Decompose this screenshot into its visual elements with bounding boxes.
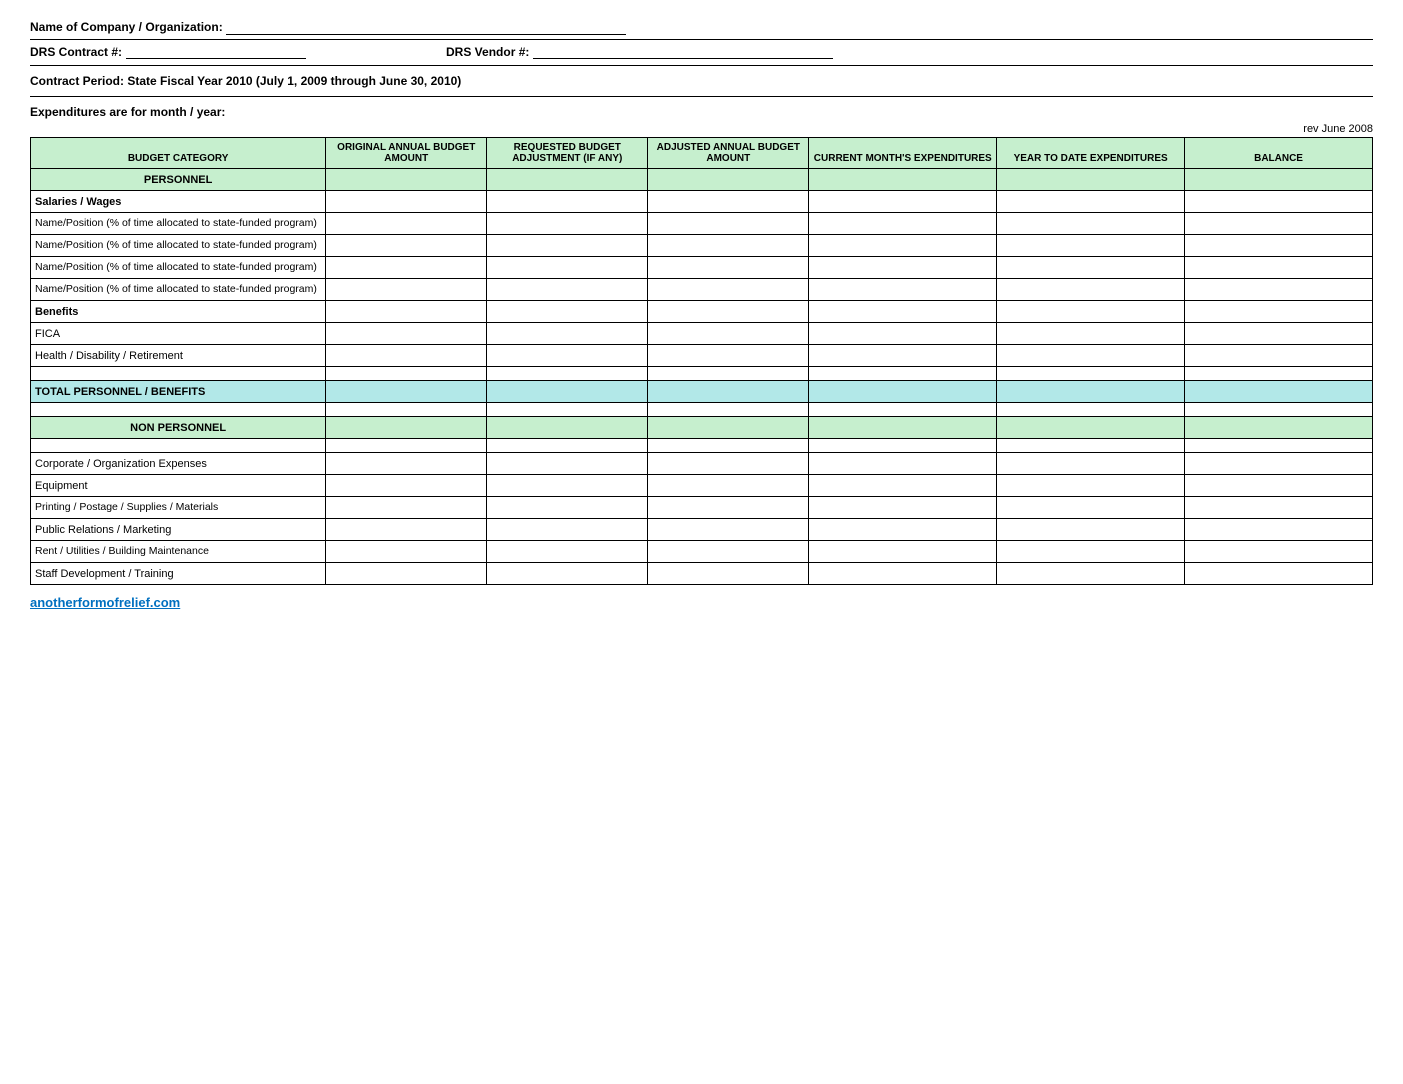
public-relations-cell: Public Relations / Marketing xyxy=(31,519,326,541)
col-header-original: ORIGINAL ANNUAL BUDGET AMOUNT xyxy=(326,138,487,169)
rent-utilities-cell: Rent / Utilities / Building Maintenance xyxy=(31,541,326,563)
company-label: Name of Company / Organization: xyxy=(30,20,223,34)
name-position-2-row: Name/Position (% of time allocated to st… xyxy=(31,235,1373,257)
personnel-header-row: PERSONNEL xyxy=(31,169,1373,191)
col-header-balance: BALANCE xyxy=(1185,138,1373,169)
rent-utilities-row: Rent / Utilities / Building Maintenance xyxy=(31,541,1373,563)
non-personnel-header-cell: NON PERSONNEL xyxy=(31,417,326,439)
rev-note: rev June 2008 xyxy=(30,123,1373,135)
col-header-budget-category: BUDGET CATEGORY xyxy=(31,138,326,169)
fica-cell: FICA xyxy=(31,323,326,345)
personnel-header-cell: PERSONNEL xyxy=(31,169,326,191)
printing-postage-row: Printing / Postage / Supplies / Material… xyxy=(31,497,1373,519)
printing-postage-cell: Printing / Postage / Supplies / Material… xyxy=(31,497,326,519)
empty-row-1 xyxy=(31,367,1373,381)
staff-development-cell: Staff Development / Training xyxy=(31,563,326,585)
empty-row-3 xyxy=(31,439,1373,453)
budget-table: BUDGET CATEGORY ORIGINAL ANNUAL BUDGET A… xyxy=(30,137,1373,585)
non-personnel-header-row: NON PERSONNEL xyxy=(31,417,1373,439)
health-disability-row: Health / Disability / Retirement xyxy=(31,345,1373,367)
name-position-2-cell: Name/Position (% of time allocated to st… xyxy=(31,235,326,257)
corporate-org-row: Corporate / Organization Expenses xyxy=(31,453,1373,475)
footer-link[interactable]: anotherformofrelief.com xyxy=(30,595,1373,610)
col-header-current: CURRENT MONTH'S EXPENDITURES xyxy=(809,138,997,169)
name-position-1-row: Name/Position (% of time allocated to st… xyxy=(31,213,1373,235)
col-header-requested: REQUESTED BUDGET ADJUSTMENT (if any) xyxy=(487,138,648,169)
expenditures-label: Expenditures are for month / year: xyxy=(30,105,1373,119)
name-position-3-cell: Name/Position (% of time allocated to st… xyxy=(31,257,326,279)
salaries-wages-row: Salaries / Wages xyxy=(31,191,1373,213)
total-personnel-cell: TOTAL PERSONNEL / BENEFITS xyxy=(31,381,326,403)
col-header-ytd: YEAR TO DATE EXPENDITURES xyxy=(997,138,1185,169)
empty-row-2 xyxy=(31,403,1373,417)
salaries-wages-cell: Salaries / Wages xyxy=(31,191,326,213)
staff-development-row: Staff Development / Training xyxy=(31,563,1373,585)
health-disability-cell: Health / Disability / Retirement xyxy=(31,345,326,367)
col-header-adjusted: ADJUSTED ANNUAL BUDGET AMOUNT xyxy=(648,138,809,169)
total-personnel-row: TOTAL PERSONNEL / BENEFITS xyxy=(31,381,1373,403)
name-position-4-cell: Name/Position (% of time allocated to st… xyxy=(31,279,326,301)
equipment-row: Equipment xyxy=(31,475,1373,497)
benefits-cell: Benefits xyxy=(31,301,326,323)
public-relations-row: Public Relations / Marketing xyxy=(31,519,1373,541)
contract-period: Contract Period: State Fiscal Year 2010 … xyxy=(30,74,1373,88)
vendor-label: DRS Vendor #: xyxy=(446,45,529,59)
name-position-4-row: Name/Position (% of time allocated to st… xyxy=(31,279,1373,301)
contract-label: DRS Contract #: xyxy=(30,45,122,59)
equipment-cell: Equipment xyxy=(31,475,326,497)
name-position-1-cell: Name/Position (% of time allocated to st… xyxy=(31,213,326,235)
corporate-org-cell: Corporate / Organization Expenses xyxy=(31,453,326,475)
fica-row: FICA xyxy=(31,323,1373,345)
name-position-3-row: Name/Position (% of time allocated to st… xyxy=(31,257,1373,279)
benefits-row: Benefits xyxy=(31,301,1373,323)
